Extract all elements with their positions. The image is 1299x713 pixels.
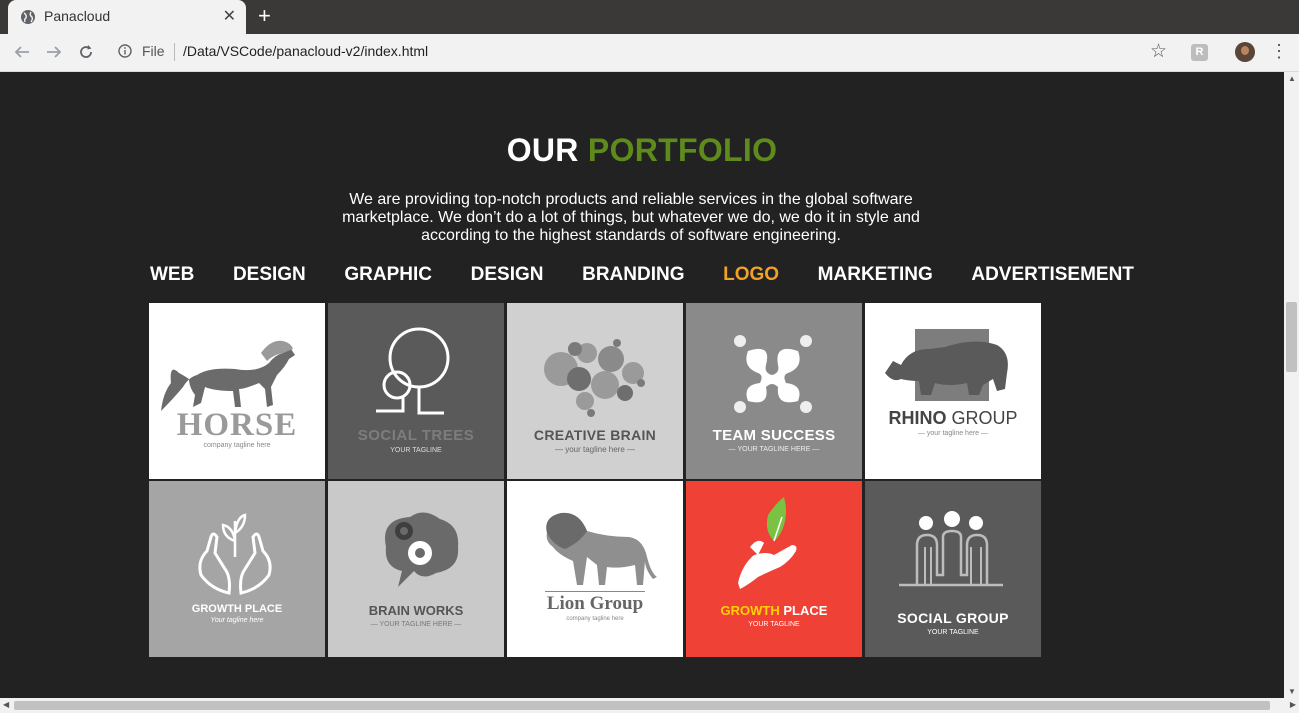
portfolio-item-lion-group[interactable]: Lion Group company tagline here — [507, 481, 683, 657]
filter-branding[interactable]: BRANDING — [582, 264, 684, 286]
logo-name: GROWTH PLACE — [191, 603, 283, 615]
avatar[interactable] — [1235, 42, 1255, 62]
logo-name: HORSE — [176, 407, 298, 443]
portfolio-item-growth-place[interactable]: GROWTH PLACE Your tagline here — [149, 481, 325, 657]
logo-tagline: — YOUR TAGLINE HERE — — [728, 446, 820, 453]
hand-leaf-icon — [738, 497, 797, 589]
scroll-down-icon[interactable]: ▼ — [1288, 687, 1296, 696]
portfolio-item-horse[interactable]: HORSE company tagline here — [149, 303, 325, 479]
logo-name: TEAM SUCCESS — [712, 427, 836, 444]
logo-name: SOCIAL TREES — [357, 427, 475, 444]
portfolio-item-brain-works[interactable]: BRAIN WORKS — YOUR TAGLINE HERE — — [328, 481, 504, 657]
title-green: PORTFOLIO — [587, 132, 778, 168]
section-title: OUR PORTFOLIO — [0, 132, 1284, 169]
portfolio-item-social-group[interactable]: SOCIAL GROUP YOUR TAGLINE — [865, 481, 1041, 657]
scroll-right-icon[interactable]: ▶ — [1290, 700, 1296, 709]
logo-tagline: — YOUR TAGLINE HERE — — [370, 621, 462, 628]
url-divider — [174, 43, 175, 61]
filter-advertisement[interactable]: ADVERTISEMENT — [971, 264, 1134, 286]
filter-graphic[interactable]: GRAPHIC — [344, 264, 432, 286]
horse-icon — [161, 340, 295, 411]
logo-name: BRAIN WORKS — [368, 603, 464, 618]
hands-sprout-icon — [198, 513, 272, 595]
page-content: OUR PORTFOLIO We are providing top-notch… — [0, 72, 1284, 698]
vertical-scrollbar[interactable]: ▲ ▼ — [1284, 72, 1299, 698]
logo-tagline: YOUR TAGLINE — [390, 447, 442, 454]
address-bar[interactable]: /Data/VSCode/panacloud-v2/index.html — [183, 43, 428, 59]
logo-tagline: — your tagline here — — [554, 445, 636, 454]
browser-toolbar: File /Data/VSCode/panacloud-v2/index.htm… — [0, 34, 1299, 72]
logo-tagline: YOUR TAGLINE — [748, 621, 800, 628]
filter-design[interactable]: DESIGN — [233, 264, 306, 286]
filter-web[interactable]: WEB — [150, 264, 194, 286]
logo-name: SOCIAL GROUP — [897, 610, 1009, 626]
logo-name: RHINO GROUP — [888, 408, 1018, 428]
rhino-icon — [885, 329, 1008, 401]
portfolio-item-rhino-group[interactable]: RHINO GROUP — your tagline here — — [865, 303, 1041, 479]
vertical-scroll-thumb[interactable] — [1286, 302, 1297, 372]
logo-name: Lion Group — [546, 593, 644, 614]
portfolio-item-creative-brain[interactable]: CREATIVE BRAIN — your tagline here — — [507, 303, 683, 479]
tab-title: Panacloud — [44, 8, 111, 24]
more-menu-icon[interactable]: ⋮ — [1270, 41, 1288, 62]
brain-gears-icon — [385, 512, 459, 587]
lion-icon — [545, 512, 657, 592]
url-scheme-label: File — [142, 43, 165, 59]
section-description: We are providing top-notch products and … — [342, 191, 920, 244]
scroll-up-icon[interactable]: ▲ — [1288, 74, 1296, 83]
logo-name: CREATIVE BRAIN — [533, 427, 657, 443]
portfolio-item-growth-place-red[interactable]: GROWTH PLACE YOUR TAGLINE — [686, 481, 862, 657]
filter-logo[interactable]: LOGO — [723, 264, 779, 286]
horizontal-scroll-thumb[interactable] — [14, 701, 1270, 710]
horizontal-scrollbar[interactable]: ◀ ▶ — [0, 698, 1299, 713]
portfolio-item-social-trees[interactable]: SOCIAL TREES YOUR TAGLINE — [328, 303, 504, 479]
logo-tagline: — your tagline here — — [917, 430, 989, 437]
browser-tab-strip: Panacloud ✕ + — [0, 0, 1299, 34]
filter-marketing[interactable]: MARKETING — [818, 264, 933, 286]
logo-tagline: Your tagline here — [210, 617, 264, 624]
close-icon[interactable]: ✕ — [223, 6, 236, 26]
extension-icon[interactable]: R — [1191, 44, 1208, 61]
bookmark-star-icon[interactable]: ☆ — [1150, 40, 1167, 63]
logo-tagline: YOUR TAGLINE — [927, 629, 979, 636]
portfolio-item-team-success[interactable]: TEAM SUCCESS — YOUR TAGLINE HERE — — [686, 303, 862, 479]
globe-icon — [20, 9, 36, 25]
logo-tagline: company tagline here — [566, 616, 624, 622]
forward-arrow-icon[interactable] — [42, 40, 66, 64]
back-arrow-icon[interactable] — [10, 40, 34, 64]
logo-tagline: company tagline here — [203, 442, 271, 449]
filter-design-2[interactable]: DESIGN — [471, 264, 544, 286]
reload-icon[interactable] — [74, 40, 98, 64]
scroll-left-icon[interactable]: ◀ — [3, 700, 9, 709]
logo-name: GROWTH PLACE — [720, 603, 828, 618]
portfolio-filters: WEB DESIGN GRAPHIC DESIGN BRANDING LOGO … — [150, 264, 1134, 286]
title-white: OUR — [506, 132, 579, 168]
browser-tab[interactable]: Panacloud ✕ — [8, 0, 246, 34]
info-icon[interactable] — [118, 44, 132, 58]
new-tab-icon[interactable]: + — [258, 3, 271, 29]
